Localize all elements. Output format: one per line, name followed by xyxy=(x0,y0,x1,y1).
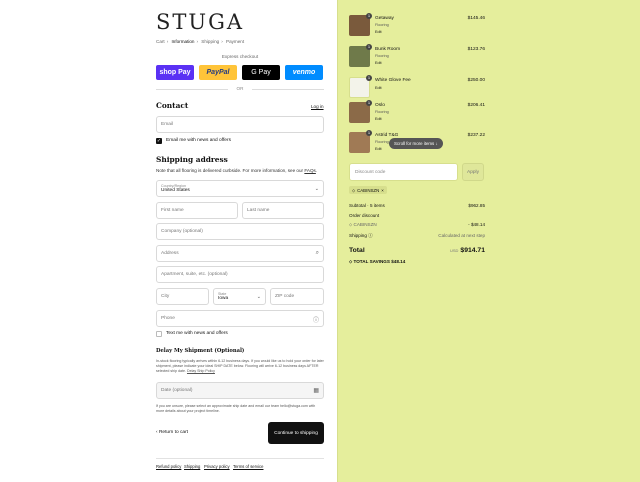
shipping-note: Note that all flooring is delivered curb… xyxy=(156,168,318,173)
company-field[interactable]: Company (optional) xyxy=(156,223,324,240)
subtotal-row: Subtotal · 5 items $962.85 xyxy=(349,203,485,208)
ship-date-field[interactable]: Date (optional) ▦ xyxy=(156,382,324,399)
item-price: $237.22 xyxy=(467,133,485,138)
news-checkbox-label: Email me with news and offers xyxy=(166,138,231,143)
text-offers-label: Text me with news and offers xyxy=(166,331,228,336)
edit-link[interactable]: Edit xyxy=(375,30,382,34)
venmo-button[interactable]: venmo xyxy=(285,65,323,80)
chevron-right-icon: › xyxy=(196,39,199,44)
faqs-link[interactable]: FAQs xyxy=(304,168,316,173)
edit-link[interactable]: Edit xyxy=(375,61,382,65)
text-offers-checkbox[interactable] xyxy=(156,331,162,337)
return-to-cart-link[interactable]: ‹ Return to cart xyxy=(156,430,188,435)
order-discount-row: ⬦ CABINSZN - $48.14 xyxy=(349,222,485,227)
arrow-down-icon: ↓ xyxy=(435,141,438,146)
news-checkbox[interactable]: ✓ xyxy=(156,138,162,144)
edit-link[interactable]: Edit xyxy=(375,86,382,90)
currency-code: USD xyxy=(449,248,459,253)
breadcrumb-payment: Payment xyxy=(226,39,245,44)
search-icon: ⌕ xyxy=(315,250,319,256)
shipping-policy-link[interactable]: Shipping xyxy=(184,464,200,469)
contact-heading: Contact xyxy=(156,101,189,110)
continue-to-shipping-button[interactable]: Continue to shipping xyxy=(268,422,324,444)
refund-policy-link[interactable]: Refund policy xyxy=(156,464,181,469)
zip-field[interactable]: ZIP code xyxy=(270,288,324,305)
breadcrumb-information: Information xyxy=(171,39,195,44)
help-icon[interactable]: ⓘ xyxy=(368,233,373,238)
google-pay-button[interactable]: G Pay xyxy=(242,65,280,80)
help-icon[interactable]: ⓘ xyxy=(313,315,319,324)
remove-discount-icon[interactable]: × xyxy=(381,188,384,193)
edit-link[interactable]: Edit xyxy=(375,147,382,151)
email-field[interactable]: Email xyxy=(156,116,324,133)
scroll-more-items-button[interactable]: Scroll for more items ↓ xyxy=(389,138,443,149)
city-field[interactable]: City xyxy=(156,288,209,305)
quantity-badge: 1 xyxy=(366,130,372,136)
apply-discount-button[interactable]: Apply xyxy=(462,163,484,181)
delay-policy-link[interactable]: Delay Ship Policy xyxy=(187,369,215,373)
express-checkout-label: Express checkout xyxy=(221,54,259,59)
total-savings: ⬦ TOTAL SAVINGS $48.14 xyxy=(349,259,406,264)
total-amount: $914.71 xyxy=(460,247,485,254)
chevron-right-icon: › xyxy=(166,39,169,44)
quantity-badge: 1 xyxy=(366,44,372,50)
delay-footnote: If you are unsure, please select an appr… xyxy=(156,404,316,413)
first-name-field[interactable]: First name xyxy=(156,202,238,219)
item-name: Oslo xyxy=(375,103,385,108)
chevron-down-icon: ⌄ xyxy=(256,294,261,300)
calendar-icon: ▦ xyxy=(313,388,319,394)
item-price: $123.76 xyxy=(467,47,485,52)
breadcrumb: Cart › Information › Shipping › Payment xyxy=(156,39,246,44)
state-select[interactable]: State Iowa ⌄ xyxy=(213,288,266,305)
breadcrumb-shipping: Shipping xyxy=(201,39,220,44)
cart-item: 1 Oslo Flooring Edit $206.41 xyxy=(349,100,485,124)
edit-link[interactable]: Edit xyxy=(375,117,382,121)
applied-discount-chip: ⬦ CABINSZN × xyxy=(349,186,387,194)
order-discount-label: Order discount xyxy=(349,213,380,218)
tag-icon: ⬦ xyxy=(352,187,356,193)
checkout-form-panel: STUGA Cart › Information › Shipping › Payme… xyxy=(0,0,337,482)
quantity-badge: 1 xyxy=(366,75,372,81)
delay-text: In-stock flooring typically arrives with… xyxy=(156,359,324,373)
apartment-field[interactable]: Apartment, suite, etc. (optional) xyxy=(156,266,324,283)
breadcrumb-cart[interactable]: Cart xyxy=(156,39,165,44)
item-price: $145.46 xyxy=(467,16,485,21)
country-select[interactable]: Country/Region United States ⌄ xyxy=(156,180,324,197)
shipping-row: Shipping ⓘ Calculated at next step xyxy=(349,233,485,238)
brand-logo[interactable]: STUGA xyxy=(156,10,244,34)
item-variant: Flooring xyxy=(375,23,389,27)
cart-item: 1 White Glove Fee Edit $250.00 xyxy=(349,75,485,99)
item-name: Getaway xyxy=(375,16,394,21)
total-row: Total USD $914.71 xyxy=(349,247,485,254)
item-variant: Flooring xyxy=(375,54,389,58)
discount-code-input[interactable]: Discount code xyxy=(349,163,458,181)
quantity-badge: 1 xyxy=(366,100,372,106)
shipping-heading: Shipping address xyxy=(156,155,228,164)
item-variant: Flooring xyxy=(375,110,389,114)
delay-heading: Delay My Shipment (Optional) xyxy=(156,348,245,354)
shop-pay-button[interactable]: shop Pay xyxy=(156,65,194,80)
order-summary-panel xyxy=(337,0,640,482)
item-price: $250.00 xyxy=(467,78,485,83)
last-name-field[interactable]: Last name xyxy=(242,202,324,219)
quantity-badge: 1 xyxy=(366,13,372,19)
chevron-down-icon: ⌄ xyxy=(314,186,319,192)
footer-divider xyxy=(156,458,324,459)
item-variant: Flooring xyxy=(375,140,389,144)
item-price: $206.41 xyxy=(467,103,485,108)
address-field[interactable]: Address ⌕ xyxy=(156,245,324,262)
cart-item: 1 Getaway Flooring Edit $145.46 xyxy=(349,13,485,37)
terms-of-service-link[interactable]: Terms of service xyxy=(233,464,263,469)
item-name: Bunk Room xyxy=(375,47,401,52)
paypal-button[interactable]: PayPal xyxy=(199,65,237,80)
item-name: White Glove Fee xyxy=(375,78,411,83)
or-divider: OR xyxy=(156,86,324,91)
login-link[interactable]: Log in xyxy=(311,104,324,109)
cart-item: 1 Bunk Room Flooring Edit $123.76 xyxy=(349,44,485,68)
phone-field[interactable]: Phone ⓘ xyxy=(156,310,324,327)
chevron-right-icon: › xyxy=(221,39,223,44)
privacy-policy-link[interactable]: Privacy policy xyxy=(204,464,230,469)
